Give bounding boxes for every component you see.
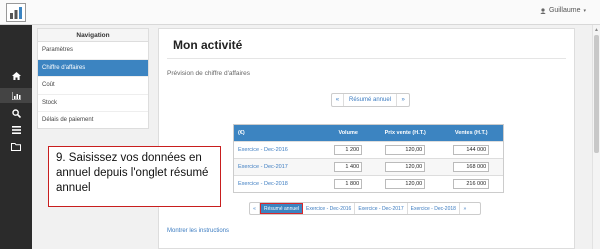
chart-icon[interactable] [0, 88, 32, 103]
price-input[interactable]: 120,00 [385, 162, 426, 172]
page-title: Mon activité [173, 38, 243, 52]
pager-prev-button[interactable]: « [332, 94, 344, 106]
nav-item-cout[interactable]: Coût [38, 77, 148, 95]
top-bar: Guillaume ▾ [0, 0, 600, 25]
app-logo[interactable] [6, 3, 26, 22]
volume-input[interactable]: 1 800 [334, 179, 363, 189]
summary-pager: « Résumé annuel » [331, 93, 410, 107]
user-icon [540, 7, 546, 14]
volume-input[interactable]: 1 200 [334, 145, 363, 155]
nav-item-delais-paiement[interactable]: Délais de paiement [38, 112, 148, 130]
nav-item-parametres[interactable]: Paramètres [38, 42, 148, 60]
sales-input[interactable]: 168 000 [453, 162, 490, 172]
forecast-table: (€) Volume Prix vente (H.T.) Ventes (H.T… [233, 124, 504, 193]
column-header-sales: Ventes (H.T.) [454, 130, 488, 136]
list-icon[interactable] [11, 125, 21, 135]
nav-item-stock[interactable]: Stock [38, 95, 148, 112]
icon-sidebar [0, 25, 32, 249]
price-input[interactable]: 120,00 [385, 145, 426, 155]
pager-summary-tab[interactable]: Résumé annuel [344, 94, 398, 106]
price-input[interactable]: 120,00 [385, 179, 426, 189]
search-icon[interactable] [11, 108, 21, 118]
main-panel: Mon activité Prévision de chiffre d'affa… [158, 28, 575, 249]
column-header-price: Prix vente (H.T.) [384, 130, 426, 136]
table-header: (€) Volume Prix vente (H.T.) Ventes (H.T… [234, 125, 503, 141]
sales-input[interactable]: 144 000 [453, 145, 490, 155]
instruction-callout: 9. Saisissez vos données en annuel depui… [48, 146, 221, 207]
period-tabs: « Résumé annuel Exercice - Dec-2016 Exer… [249, 202, 481, 215]
tab-dec-2016[interactable]: Exercice - Dec-2016 [303, 203, 356, 214]
tab-resume-annuel[interactable]: Résumé annuel [260, 203, 304, 214]
tab-dec-2017[interactable]: Exercice - Dec-2017 [355, 203, 408, 214]
table-row: Exercice - Dec-2017 1 400 120,00 168 000 [234, 158, 503, 175]
row-label-link[interactable]: Exercice - Dec-2016 [234, 147, 325, 153]
page-scrollbar[interactable]: ▲ [592, 25, 600, 249]
user-name: Guillaume [548, 7, 581, 14]
column-header-currency: (€) [238, 130, 245, 136]
pager-next-button[interactable]: » [397, 94, 409, 106]
show-instructions-link[interactable]: Montrer les instructions [167, 228, 229, 234]
row-label-link[interactable]: Exercice - Dec-2018 [234, 181, 325, 187]
scroll-up-icon[interactable]: ▲ [594, 27, 599, 33]
scrollbar-thumb[interactable] [594, 35, 599, 153]
volume-input[interactable]: 1 400 [334, 162, 363, 172]
section-subtitle: Prévision de chiffre d'affaires [167, 70, 251, 77]
user-menu[interactable]: Guillaume ▾ [540, 7, 586, 14]
sales-input[interactable]: 216 000 [453, 179, 490, 189]
row-label-link[interactable]: Exercice - Dec-2017 [234, 164, 325, 170]
home-icon[interactable] [11, 71, 21, 81]
tabs-prev-button[interactable]: « [250, 203, 260, 214]
divider [167, 58, 566, 59]
table-row: Exercice - Dec-2018 1 800 120,00 216 000 [234, 175, 503, 192]
folder-icon[interactable] [11, 142, 21, 152]
tab-dec-2018[interactable]: Exercice - Dec-2018 [408, 203, 460, 214]
tabs-next-button[interactable]: » [460, 203, 470, 214]
chevron-down-icon: ▾ [583, 7, 586, 14]
navigation-panel: Navigation Paramètres Chiffre d'affaires… [37, 28, 149, 129]
nav-item-chiffre-affaires[interactable]: Chiffre d'affaires [38, 59, 148, 77]
table-row: Exercice - Dec-2016 1 200 120,00 144 000 [234, 141, 503, 158]
navigation-title: Navigation [38, 29, 148, 42]
column-header-volume: Volume [338, 130, 358, 136]
